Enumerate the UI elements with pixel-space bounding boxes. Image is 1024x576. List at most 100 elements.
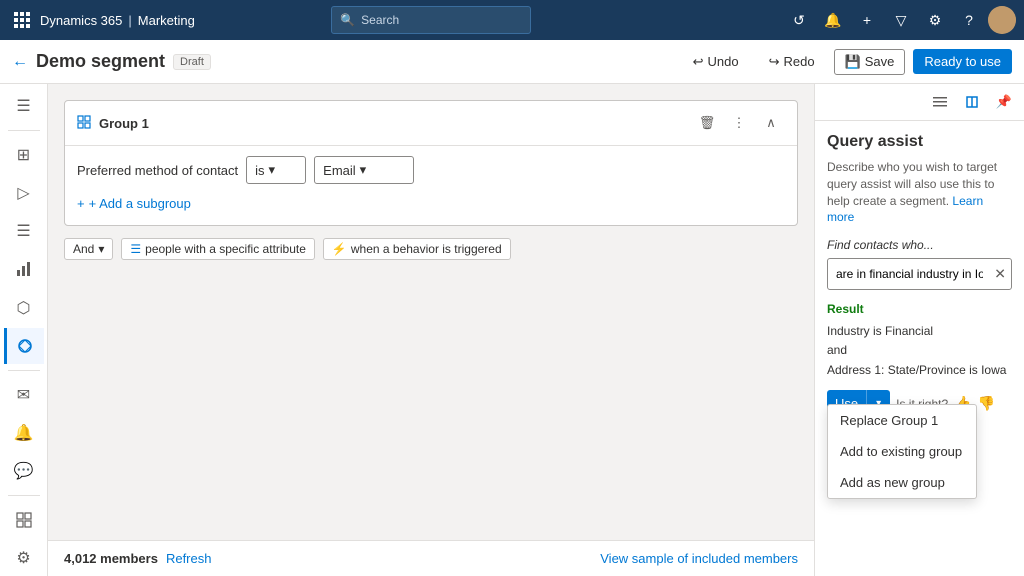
and-label: And: [73, 242, 94, 256]
status-bar: 4,012 members Refresh View sample of inc…: [48, 540, 814, 576]
result-line-1: Industry is Financial: [827, 324, 933, 338]
draft-badge: Draft: [173, 54, 211, 70]
sidebar-item-hexagon[interactable]: ⬡: [4, 289, 44, 325]
nav-right: ↺ 🔔 + ▽ ⚙ ?: [784, 5, 1016, 35]
logic-row: And ▾ ☰ people with a specific attribute…: [64, 238, 798, 260]
sidebar-item-chart[interactable]: [4, 251, 44, 287]
condition-op-select[interactable]: is ▾: [246, 156, 306, 184]
result-line-3: Address 1: State/Province is Iowa: [827, 363, 1006, 377]
sidebar-item-table[interactable]: [4, 502, 44, 538]
dropdown-add-new[interactable]: Add as new group: [828, 467, 976, 498]
chevron-down-icon: ▾: [269, 162, 276, 178]
condition-val: Email: [323, 163, 356, 178]
behavior-icon: ⚡: [332, 242, 347, 256]
plus-icon[interactable]: +: [852, 5, 882, 35]
brand: Dynamics 365 | Marketing: [40, 13, 195, 28]
condition-field-label: Preferred method of contact: [77, 163, 238, 178]
search-bar[interactable]: 🔍 Search: [331, 6, 531, 34]
group-header: Group 1 🗑 ⋮ ∧: [65, 101, 797, 146]
add-subgroup-button[interactable]: + + Add a subgroup: [77, 192, 785, 215]
sidebar-item-play[interactable]: ▷: [4, 175, 44, 211]
grid-icon[interactable]: [8, 12, 36, 28]
back-button[interactable]: ←: [12, 53, 28, 71]
redo-button[interactable]: ↪ Redo: [758, 49, 826, 75]
group-more-button[interactable]: ⋮: [725, 109, 753, 137]
search-icon: 🔍: [340, 13, 355, 27]
group-1-box: Group 1 🗑 ⋮ ∧ Preferred method of contac…: [64, 100, 798, 226]
sidebar-item-chat[interactable]: 💬: [4, 453, 44, 489]
group-title: Group 1: [99, 116, 685, 131]
query-assist-panel: 📌 Query assist Describe who you wish to …: [814, 84, 1024, 576]
sidebar-item-email[interactable]: ✉: [4, 377, 44, 413]
center-content: Group 1 🗑 ⋮ ∧ Preferred method of contac…: [48, 84, 814, 576]
segment-editor: Group 1 🗑 ⋮ ∧ Preferred method of contac…: [48, 84, 814, 540]
condition-op-val: is: [255, 163, 264, 178]
sidebar-item-home[interactable]: ⊞: [4, 137, 44, 173]
refresh-link[interactable]: Refresh: [166, 551, 212, 566]
attribute-chip[interactable]: ☰ people with a specific attribute: [121, 238, 315, 260]
sidebar-item-list[interactable]: ☰: [4, 213, 44, 249]
behavior-chip[interactable]: ⚡ when a behavior is triggered: [323, 238, 511, 260]
group-collapse-button[interactable]: ∧: [757, 109, 785, 137]
search-placeholder: Search: [361, 13, 399, 27]
use-dropdown: Replace Group 1 Add to existing group Ad…: [827, 404, 977, 499]
brand-name: Dynamics 365: [40, 13, 122, 28]
undo-label: Undo: [708, 54, 739, 69]
group-icon: [77, 115, 91, 132]
find-contacts-label: Find contacts who...: [827, 238, 1012, 252]
save-icon: 💾: [845, 54, 861, 70]
group-body: Preferred method of contact is ▾ Email ▾…: [65, 146, 797, 225]
query-panel-body: Query assist Describe who you wish to ta…: [815, 121, 1024, 576]
redo-label: Redo: [783, 54, 814, 69]
thumbs-down-icon[interactable]: 👎: [978, 395, 995, 412]
undo-button[interactable]: ↩ Undo: [682, 49, 750, 75]
sidebar-divider-1: [8, 130, 40, 131]
ready-to-use-button[interactable]: Ready to use: [913, 49, 1012, 74]
save-button[interactable]: 💾 Save: [834, 49, 906, 75]
panel-pin-icon[interactable]: 📌: [990, 88, 1018, 116]
settings-icon[interactable]: ⚙: [920, 5, 950, 35]
sidebar-item-settings-bottom[interactable]: ⚙: [4, 540, 44, 576]
query-input[interactable]: [827, 258, 1012, 290]
result-line-2: and: [827, 343, 847, 357]
sidebar-divider-3: [8, 495, 40, 496]
sidebar-item-segments[interactable]: [4, 328, 44, 364]
sidebar-item-menu[interactable]: ☰: [4, 88, 44, 124]
sidebar-divider-2: [8, 370, 40, 371]
and-chevron-icon: ▾: [98, 242, 104, 256]
redo-icon: ↪: [769, 54, 780, 70]
and-chip[interactable]: And ▾: [64, 238, 113, 260]
behavior-label: when a behavior is triggered: [351, 242, 502, 256]
undo-icon: ↩: [693, 54, 704, 70]
member-count: 4,012 members: [64, 551, 158, 566]
group-delete-button[interactable]: 🗑: [693, 109, 721, 137]
query-input-wrap: ✕: [827, 258, 1012, 290]
dropdown-add-existing[interactable]: Add to existing group: [828, 436, 976, 467]
result-label: Result: [827, 302, 1012, 316]
refresh-icon[interactable]: ↺: [784, 5, 814, 35]
filter-icon[interactable]: ▽: [886, 5, 916, 35]
clear-input-icon[interactable]: ✕: [994, 266, 1006, 283]
view-sample-link[interactable]: View sample of included members: [600, 551, 798, 566]
condition-val-select[interactable]: Email ▾: [314, 156, 414, 184]
query-assist-desc: Describe who you wish to target query as…: [827, 159, 1012, 226]
page-title: Demo segment: [36, 51, 165, 72]
result-text: Industry is Financial and Address 1: Sta…: [827, 322, 1012, 380]
sidebar-item-alert[interactable]: 🔔: [4, 415, 44, 451]
query-assist-title: Query assist: [827, 133, 1012, 151]
top-nav: Dynamics 365 | Marketing 🔍 Search ↺ 🔔 + …: [0, 0, 1024, 40]
group-actions: 🗑 ⋮ ∧: [693, 109, 785, 137]
app-name: Marketing: [138, 13, 195, 28]
attribute-icon: ☰: [130, 242, 141, 256]
bell-icon[interactable]: 🔔: [818, 5, 848, 35]
panel-list-icon[interactable]: [926, 88, 954, 116]
help-icon[interactable]: ?: [954, 5, 984, 35]
left-sidebar: ☰ ⊞ ▷ ☰ ⬡ ✉ 🔔 💬: [0, 84, 48, 576]
plus-icon-subgroup: +: [77, 196, 85, 211]
avatar[interactable]: [988, 6, 1016, 34]
save-label: Save: [865, 54, 895, 69]
dropdown-replace-group[interactable]: Replace Group 1: [828, 405, 976, 436]
condition-row: Preferred method of contact is ▾ Email ▾: [77, 156, 785, 184]
panel-expand-icon[interactable]: [958, 88, 986, 116]
chevron-down-icon-2: ▾: [360, 162, 367, 178]
